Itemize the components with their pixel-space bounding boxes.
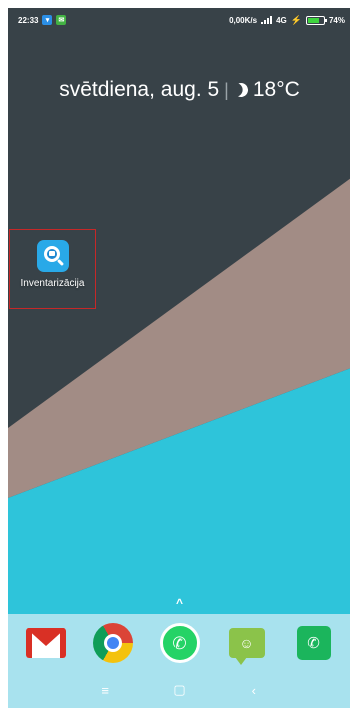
status-bar: 22:33 ▾ ✉ 0,00K/s 4G ⚡ 74% bbox=[8, 8, 350, 32]
back-button[interactable]: ‹ bbox=[239, 683, 269, 698]
dock-app-chrome[interactable] bbox=[92, 622, 134, 664]
battery-fill bbox=[307, 17, 320, 23]
widget-temperature[interactable]: 18°C bbox=[253, 78, 300, 102]
widget-separator: | bbox=[224, 79, 229, 100]
notification-sms-icon: ✉ bbox=[56, 15, 67, 25]
signal-icon bbox=[261, 16, 273, 24]
navigation-bar: ≡ ▢ ‹ bbox=[8, 672, 350, 708]
app-drawer-chevron-icon[interactable]: ^ bbox=[8, 596, 350, 610]
app-label: Inventarizācija bbox=[20, 278, 85, 289]
home-screen: 22:33 ▾ ✉ 0,00K/s 4G ⚡ 74% svētdiena, au… bbox=[8, 8, 350, 708]
phone-icon[interactable]: ✆ bbox=[296, 626, 331, 660]
inventory-app-icon[interactable] bbox=[36, 240, 69, 272]
dock-app-phone[interactable]: ✆ bbox=[293, 622, 335, 664]
dock-app-whatsapp[interactable]: ✆ bbox=[159, 622, 201, 664]
moon-icon bbox=[232, 81, 250, 99]
dock-app-messages[interactable]: ☺ bbox=[226, 622, 268, 665]
widget-date[interactable]: svētdiena, aug. 5 bbox=[59, 78, 219, 102]
menu-button[interactable]: ≡ bbox=[90, 683, 120, 698]
app-inventarizacija[interactable]: Inventarizācija bbox=[9, 229, 96, 309]
network-type: 4G bbox=[276, 15, 287, 25]
gmail-icon[interactable] bbox=[25, 628, 66, 658]
dock: ✆ ☺ ✆ bbox=[8, 614, 350, 672]
chrome-icon[interactable] bbox=[92, 623, 133, 663]
date-weather-widget[interactable]: svētdiena, aug. 5 | 18°C bbox=[8, 78, 350, 102]
messages-icon[interactable]: ☺ bbox=[228, 628, 265, 665]
dock-app-gmail[interactable] bbox=[25, 622, 67, 664]
status-time: 22:33 bbox=[18, 15, 39, 25]
battery-percent: 74% bbox=[328, 15, 345, 25]
home-button[interactable]: ▢ bbox=[164, 682, 194, 698]
battery-icon bbox=[305, 15, 327, 25]
whatsapp-icon[interactable]: ✆ bbox=[159, 623, 200, 663]
charging-icon: ⚡ bbox=[290, 14, 302, 25]
notification-app-icon: ▾ bbox=[42, 15, 53, 25]
network-speed: 0,00K/s bbox=[229, 15, 258, 25]
